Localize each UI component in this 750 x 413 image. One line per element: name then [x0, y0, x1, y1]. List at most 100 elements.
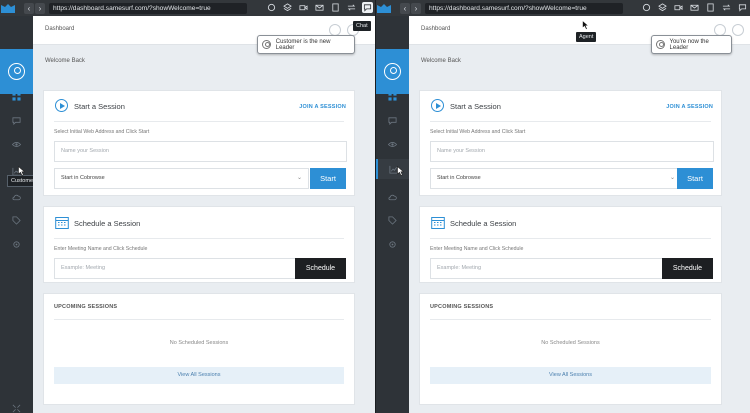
sidebar-item-settings[interactable]: [376, 234, 409, 254]
refresh-icon[interactable]: [266, 2, 277, 13]
video-icon[interactable]: [673, 2, 684, 13]
upcoming-sessions-card: UPCOMING SESSIONS No Scheduled Sessions …: [43, 293, 355, 405]
sidebar-item-view[interactable]: [0, 134, 33, 154]
no-sessions-text: No Scheduled Sessions: [541, 340, 600, 346]
session-name-input[interactable]: Name your Session: [54, 141, 347, 162]
sidebar-item-dashboard[interactable]: [376, 86, 409, 106]
power-circle-icon[interactable]: [732, 24, 744, 36]
start-session-title: Start a Session: [74, 102, 125, 111]
browser-toolbar: ‹ › https://dashboard.samesurf.com/?show…: [0, 0, 375, 16]
document-icon[interactable]: [330, 2, 341, 13]
dashboard-content: Dashboard Welcome Back Start a Session J…: [409, 16, 750, 413]
divider: [54, 319, 344, 320]
mail-icon[interactable]: [689, 2, 700, 13]
expand-icon: [12, 404, 21, 412]
schedule-hint: Enter Meeting Name and Click Schedule: [54, 246, 148, 252]
dashboard-grid-icon: [388, 91, 397, 101]
sidebar-item-chat[interactable]: [0, 110, 33, 130]
leader-toast: Customer is the new Leader: [257, 35, 355, 54]
document-icon[interactable]: [705, 2, 716, 13]
start-session-card: Start a Session JOIN A SESSION Select In…: [419, 90, 722, 196]
mouse-cursor-icon: [18, 166, 26, 176]
sidebar-item-collapse[interactable]: [0, 398, 33, 413]
sidebar: [0, 16, 33, 413]
tag-icon: [388, 215, 397, 225]
chat-tooltip: Chat: [353, 21, 371, 31]
refresh-icon[interactable]: [641, 2, 652, 13]
meeting-name-input[interactable]: Example: Meeting: [430, 258, 668, 279]
start-session-hint: Select Initial Web Address and Click Sta…: [430, 129, 526, 135]
mail-icon[interactable]: [314, 2, 325, 13]
back-button[interactable]: ‹: [400, 2, 410, 14]
mouse-cursor-icon: [582, 20, 590, 30]
sidebar-item-view[interactable]: [376, 134, 409, 154]
session-name-input[interactable]: Name your Session: [430, 141, 714, 162]
sidebar-item-cloud[interactable]: [376, 187, 409, 207]
view-all-sessions-button[interactable]: View All Sessions: [430, 367, 711, 384]
swap-icon[interactable]: [346, 2, 357, 13]
start-button[interactable]: Start: [310, 168, 346, 189]
session-mode-select[interactable]: Start in Cobrowse ⌄: [430, 168, 682, 189]
sidebar-item-dashboard[interactable]: [0, 86, 33, 106]
agent-tooltip: Agent: [576, 32, 597, 42]
home-slot: [0, 16, 33, 49]
join-session-link[interactable]: JOIN A SESSION: [299, 104, 346, 110]
schedule-session-card: Schedule a Session Enter Meeting Name an…: [43, 206, 355, 283]
sidebar-item-chat[interactable]: [376, 110, 409, 130]
calendar-icon: [431, 217, 445, 229]
sidebar-item-tags[interactable]: [376, 210, 409, 230]
layers-icon[interactable]: [657, 2, 668, 13]
dashboard-content: Dashboard Welcome Back Start a Session J…: [33, 16, 375, 413]
schedule-button[interactable]: Schedule: [662, 258, 713, 279]
divider: [430, 121, 711, 122]
divider: [430, 238, 711, 239]
meeting-name-input[interactable]: Example: Meeting: [54, 258, 299, 279]
cloud-icon: [12, 194, 21, 200]
schedule-button[interactable]: Schedule: [295, 258, 346, 279]
chevron-down-icon: ⌄: [296, 175, 302, 181]
view-all-sessions-button[interactable]: View All Sessions: [54, 367, 344, 384]
start-session-hint: Select Initial Web Address and Click Sta…: [54, 129, 150, 135]
mouse-cursor-icon: [397, 166, 405, 176]
play-circle-icon: [55, 99, 68, 112]
samesurf-logo-icon: [376, 0, 392, 16]
user-icon: [8, 63, 25, 80]
address-bar[interactable]: https://dashboard.samesurf.com/?showWelc…: [425, 2, 623, 14]
browser-toolbar: ‹ › https://dashboard.samesurf.com/?show…: [376, 0, 750, 16]
leader-toast-text: Customer is the new Leader: [275, 38, 331, 51]
calendar-icon: [55, 217, 69, 229]
address-bar[interactable]: https://dashboard.samesurf.com/?showWelc…: [49, 2, 247, 14]
sidebar-item-cloud[interactable]: [0, 187, 33, 207]
eye-icon: [12, 141, 21, 147]
upcoming-sessions-title: UPCOMING SESSIONS: [54, 304, 118, 310]
nav-buttons: ‹ ›: [24, 2, 46, 14]
sidebar-item-tags[interactable]: [0, 210, 33, 230]
settings-icon: [13, 240, 20, 248]
divider: [430, 319, 711, 320]
toolbar-icons: [266, 2, 373, 13]
layers-icon[interactable]: [282, 2, 293, 13]
session-mode-select[interactable]: Start in Cobrowse ⌄: [54, 168, 309, 189]
no-sessions-text: No Scheduled Sessions: [169, 340, 229, 346]
breadcrumb: Dashboard: [421, 26, 451, 32]
dashboard-grid-icon: [12, 91, 21, 101]
cloud-icon: [388, 194, 397, 200]
swap-icon[interactable]: [721, 2, 732, 13]
nav-buttons: ‹ ›: [400, 2, 422, 14]
leader-toast: You're now the Leader: [651, 35, 732, 54]
person-icon: [656, 40, 665, 49]
join-session-link[interactable]: JOIN A SESSION: [666, 104, 713, 110]
sidebar-item-settings[interactable]: [0, 234, 33, 254]
samesurf-logo-icon: [0, 0, 16, 16]
upcoming-sessions-card: UPCOMING SESSIONS No Scheduled Sessions …: [419, 293, 722, 405]
session-mode-value: Start in Cobrowse: [61, 175, 105, 181]
split-screen: ‹ › https://dashboard.samesurf.com/?show…: [0, 0, 750, 413]
back-button[interactable]: ‹: [24, 2, 34, 14]
forward-button[interactable]: ›: [411, 2, 421, 14]
forward-button[interactable]: ›: [35, 2, 45, 14]
start-button[interactable]: Start: [677, 168, 713, 189]
welcome-text: Welcome Back: [45, 58, 85, 64]
video-icon[interactable]: [298, 2, 309, 13]
chat-icon[interactable]: [362, 2, 373, 13]
chat-icon[interactable]: [737, 2, 748, 13]
